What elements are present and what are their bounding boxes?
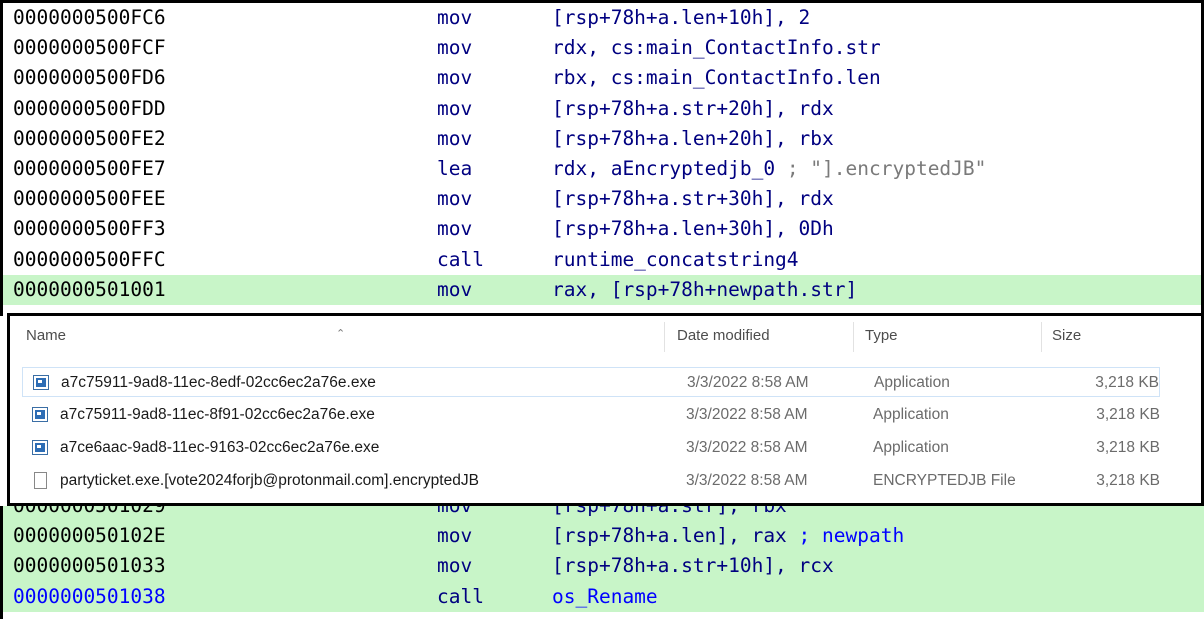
operands: [rsp+78h+a.len], rax ; newpath xyxy=(552,521,904,551)
column-header-date[interactable]: Date modified xyxy=(677,327,770,344)
address: 0000000500FCF xyxy=(13,36,166,60)
mnemonic: mov xyxy=(437,36,473,60)
application-icon xyxy=(33,375,49,390)
address: 000000050102E xyxy=(13,524,166,548)
disasm-row[interactable]: 0000000500FF3 mov [rsp+78h+a.len+30h], 0Dh xyxy=(3,214,1201,244)
operands: [rsp+78h+a.len+30h], 0Dh xyxy=(552,217,834,241)
file-size: 3,218 KB xyxy=(1095,374,1159,391)
disasm-row-highlighted[interactable]: 000000050102E mov [rsp+78h+a.len], rax ; n… xyxy=(3,521,1204,552)
disasm-row[interactable]: 0000000500FD6 mov rbx, cs:main_ContactInfo… xyxy=(3,63,1201,93)
disasm-row[interactable]: 0000000500FFC call runtime_concatstring4 xyxy=(3,245,1201,275)
disasm-row[interactable]: 0000000500FE7 lea rdx, aEncryptedjb_0 ; "]… xyxy=(3,154,1201,184)
mnemonic: mov xyxy=(437,506,472,521)
mnemonic: mov xyxy=(437,554,473,578)
mnemonic: mov xyxy=(437,217,473,241)
disasm-row-highlighted[interactable]: 0000000501029 mov [rsp+78h+a.str], rbx xyxy=(3,506,1204,522)
sort-caret-icon: ⌃ xyxy=(336,328,346,340)
column-divider[interactable] xyxy=(853,322,854,352)
address: 0000000500FDD xyxy=(13,96,166,120)
file-type: Application xyxy=(873,406,949,423)
mnemonic: mov xyxy=(437,187,473,211)
file-row[interactable]: a7ce6aac-9ad8-11ec-9163-02cc6ec2a76e.exe… xyxy=(22,433,1160,463)
disasm-row-highlighted[interactable]: 0000000501001 mov rax, [rsp+78h+newpath.st… xyxy=(3,274,1201,305)
address: 0000000500FD6 xyxy=(13,66,166,90)
file-row[interactable]: a7c75911-9ad8-11ec-8f91-02cc6ec2a76e.exe… xyxy=(22,400,1160,430)
file-icon xyxy=(34,472,47,489)
operands: [rsp+78h+a.len+20h], rbx xyxy=(552,126,834,150)
operands: rbx, cs:main_ContactInfo.len xyxy=(552,66,881,90)
operands: [rsp+78h+a.str+30h], rdx xyxy=(552,187,834,211)
disasm-row[interactable]: 0000000500FE2 mov [rsp+78h+a.len+20h], rbx xyxy=(3,124,1201,154)
address: 0000000500FC6 xyxy=(13,6,166,29)
file-size: 3,218 KB xyxy=(1096,472,1160,489)
address: 0000000500FEE xyxy=(13,187,166,211)
operands: rdx, aEncryptedjb_0 ; "].encryptedJB" xyxy=(552,154,986,184)
file-size: 3,218 KB xyxy=(1096,406,1160,423)
address: 0000000500FE2 xyxy=(13,126,166,150)
address: 0000000501033 xyxy=(13,554,166,578)
operands: [rsp+78h+a.str+20h], rdx xyxy=(552,96,834,120)
column-header-bar: Name ⌃ Date modified Type Size xyxy=(10,316,1201,356)
mnemonic: mov xyxy=(437,277,473,301)
disassembly-view-top: 0000000500FC6 mov [rsp+78h+a.len+10h], 2 0… xyxy=(0,0,1204,316)
file-date: 3/3/2022 8:58 AM xyxy=(686,406,808,423)
operands: rdx, cs:main_ContactInfo.str xyxy=(552,36,881,60)
operands: rax, [rsp+78h+newpath.str] xyxy=(552,277,858,301)
address: 0000000500FFC xyxy=(13,247,166,271)
operands: [rsp+78h+a.str], rbx xyxy=(552,506,787,521)
disasm-row[interactable]: 0000000500FCF mov rdx, cs:main_ContactInfo… xyxy=(3,33,1201,63)
disassembly-view-bottom: 0000000501029 mov [rsp+78h+a.str], rbx 000… xyxy=(0,506,1204,619)
file-date: 3/3/2022 8:58 AM xyxy=(687,374,809,391)
address-current: 0000000501038 xyxy=(13,584,166,608)
disasm-row[interactable]: 0000000500FDD mov [rsp+78h+a.str+20h], rdx xyxy=(3,94,1201,124)
column-header-type[interactable]: Type xyxy=(865,327,898,344)
file-name: a7c75911-9ad8-11ec-8edf-02cc6ec2a76e.exe xyxy=(61,374,376,391)
address: 0000000500FF3 xyxy=(13,217,166,241)
operands: [rsp+78h+a.str+10h], rcx xyxy=(552,554,834,578)
comment: ; newpath xyxy=(798,524,905,548)
operands: os_Rename xyxy=(552,584,658,608)
operands: runtime_concatstring4 xyxy=(552,247,799,271)
application-icon xyxy=(32,440,48,455)
file-date: 3/3/2022 8:58 AM xyxy=(686,472,808,489)
file-type: Application xyxy=(874,374,950,391)
column-divider[interactable] xyxy=(1041,322,1042,352)
application-icon xyxy=(32,407,48,422)
file-size: 3,218 KB xyxy=(1096,439,1160,456)
column-header-size[interactable]: Size xyxy=(1052,327,1081,344)
address: 0000000500FE7 xyxy=(13,156,166,180)
operand-text: rdx, aEncryptedjb_0 xyxy=(552,156,787,180)
mnemonic: call xyxy=(437,247,484,271)
disasm-row-highlighted[interactable]: 0000000501033 mov [rsp+78h+a.str+10h], rcx xyxy=(3,551,1204,582)
mnemonic: lea xyxy=(437,156,473,180)
file-name: partyticket.exe.[vote2024forjb@protonmai… xyxy=(60,472,479,489)
operand-text: [rsp+78h+a.len], rax xyxy=(552,524,799,548)
disasm-row-current[interactable]: 0000000501038 call os_Rename xyxy=(3,581,1204,612)
file-date: 3/3/2022 8:58 AM xyxy=(686,439,808,456)
address: 0000000501029 xyxy=(13,506,166,521)
disasm-row[interactable]: 0000000500FEE mov [rsp+78h+a.str+30h], rdx xyxy=(3,184,1201,214)
file-explorer-list: Name ⌃ Date modified Type Size a7c75911-… xyxy=(7,313,1204,506)
file-name: a7c75911-9ad8-11ec-8f91-02cc6ec2a76e.exe xyxy=(60,406,375,423)
disasm-row[interactable]: 0000000500FC6 mov [rsp+78h+a.len+10h], 2 xyxy=(3,3,1201,33)
mnemonic: mov xyxy=(437,126,473,150)
file-row[interactable]: a7c75911-9ad8-11ec-8edf-02cc6ec2a76e.exe… xyxy=(22,367,1160,397)
mnemonic: mov xyxy=(437,66,473,90)
mnemonic: mov xyxy=(437,96,473,120)
file-type: Application xyxy=(873,439,949,456)
file-type: ENCRYPTEDJB File xyxy=(873,472,1016,489)
mnemonic: call xyxy=(437,584,484,608)
mnemonic: mov xyxy=(437,524,473,548)
file-name: a7ce6aac-9ad8-11ec-9163-02cc6ec2a76e.exe xyxy=(60,439,380,456)
comment: ; "].encryptedJB" xyxy=(786,156,987,180)
operands: [rsp+78h+a.len+10h], 2 xyxy=(552,6,811,29)
address: 0000000501001 xyxy=(13,277,166,301)
column-header-name[interactable]: Name xyxy=(26,327,66,344)
mnemonic: mov xyxy=(437,6,473,29)
file-row[interactable]: partyticket.exe.[vote2024forjb@protonmai… xyxy=(22,466,1160,496)
column-divider[interactable] xyxy=(664,322,665,352)
